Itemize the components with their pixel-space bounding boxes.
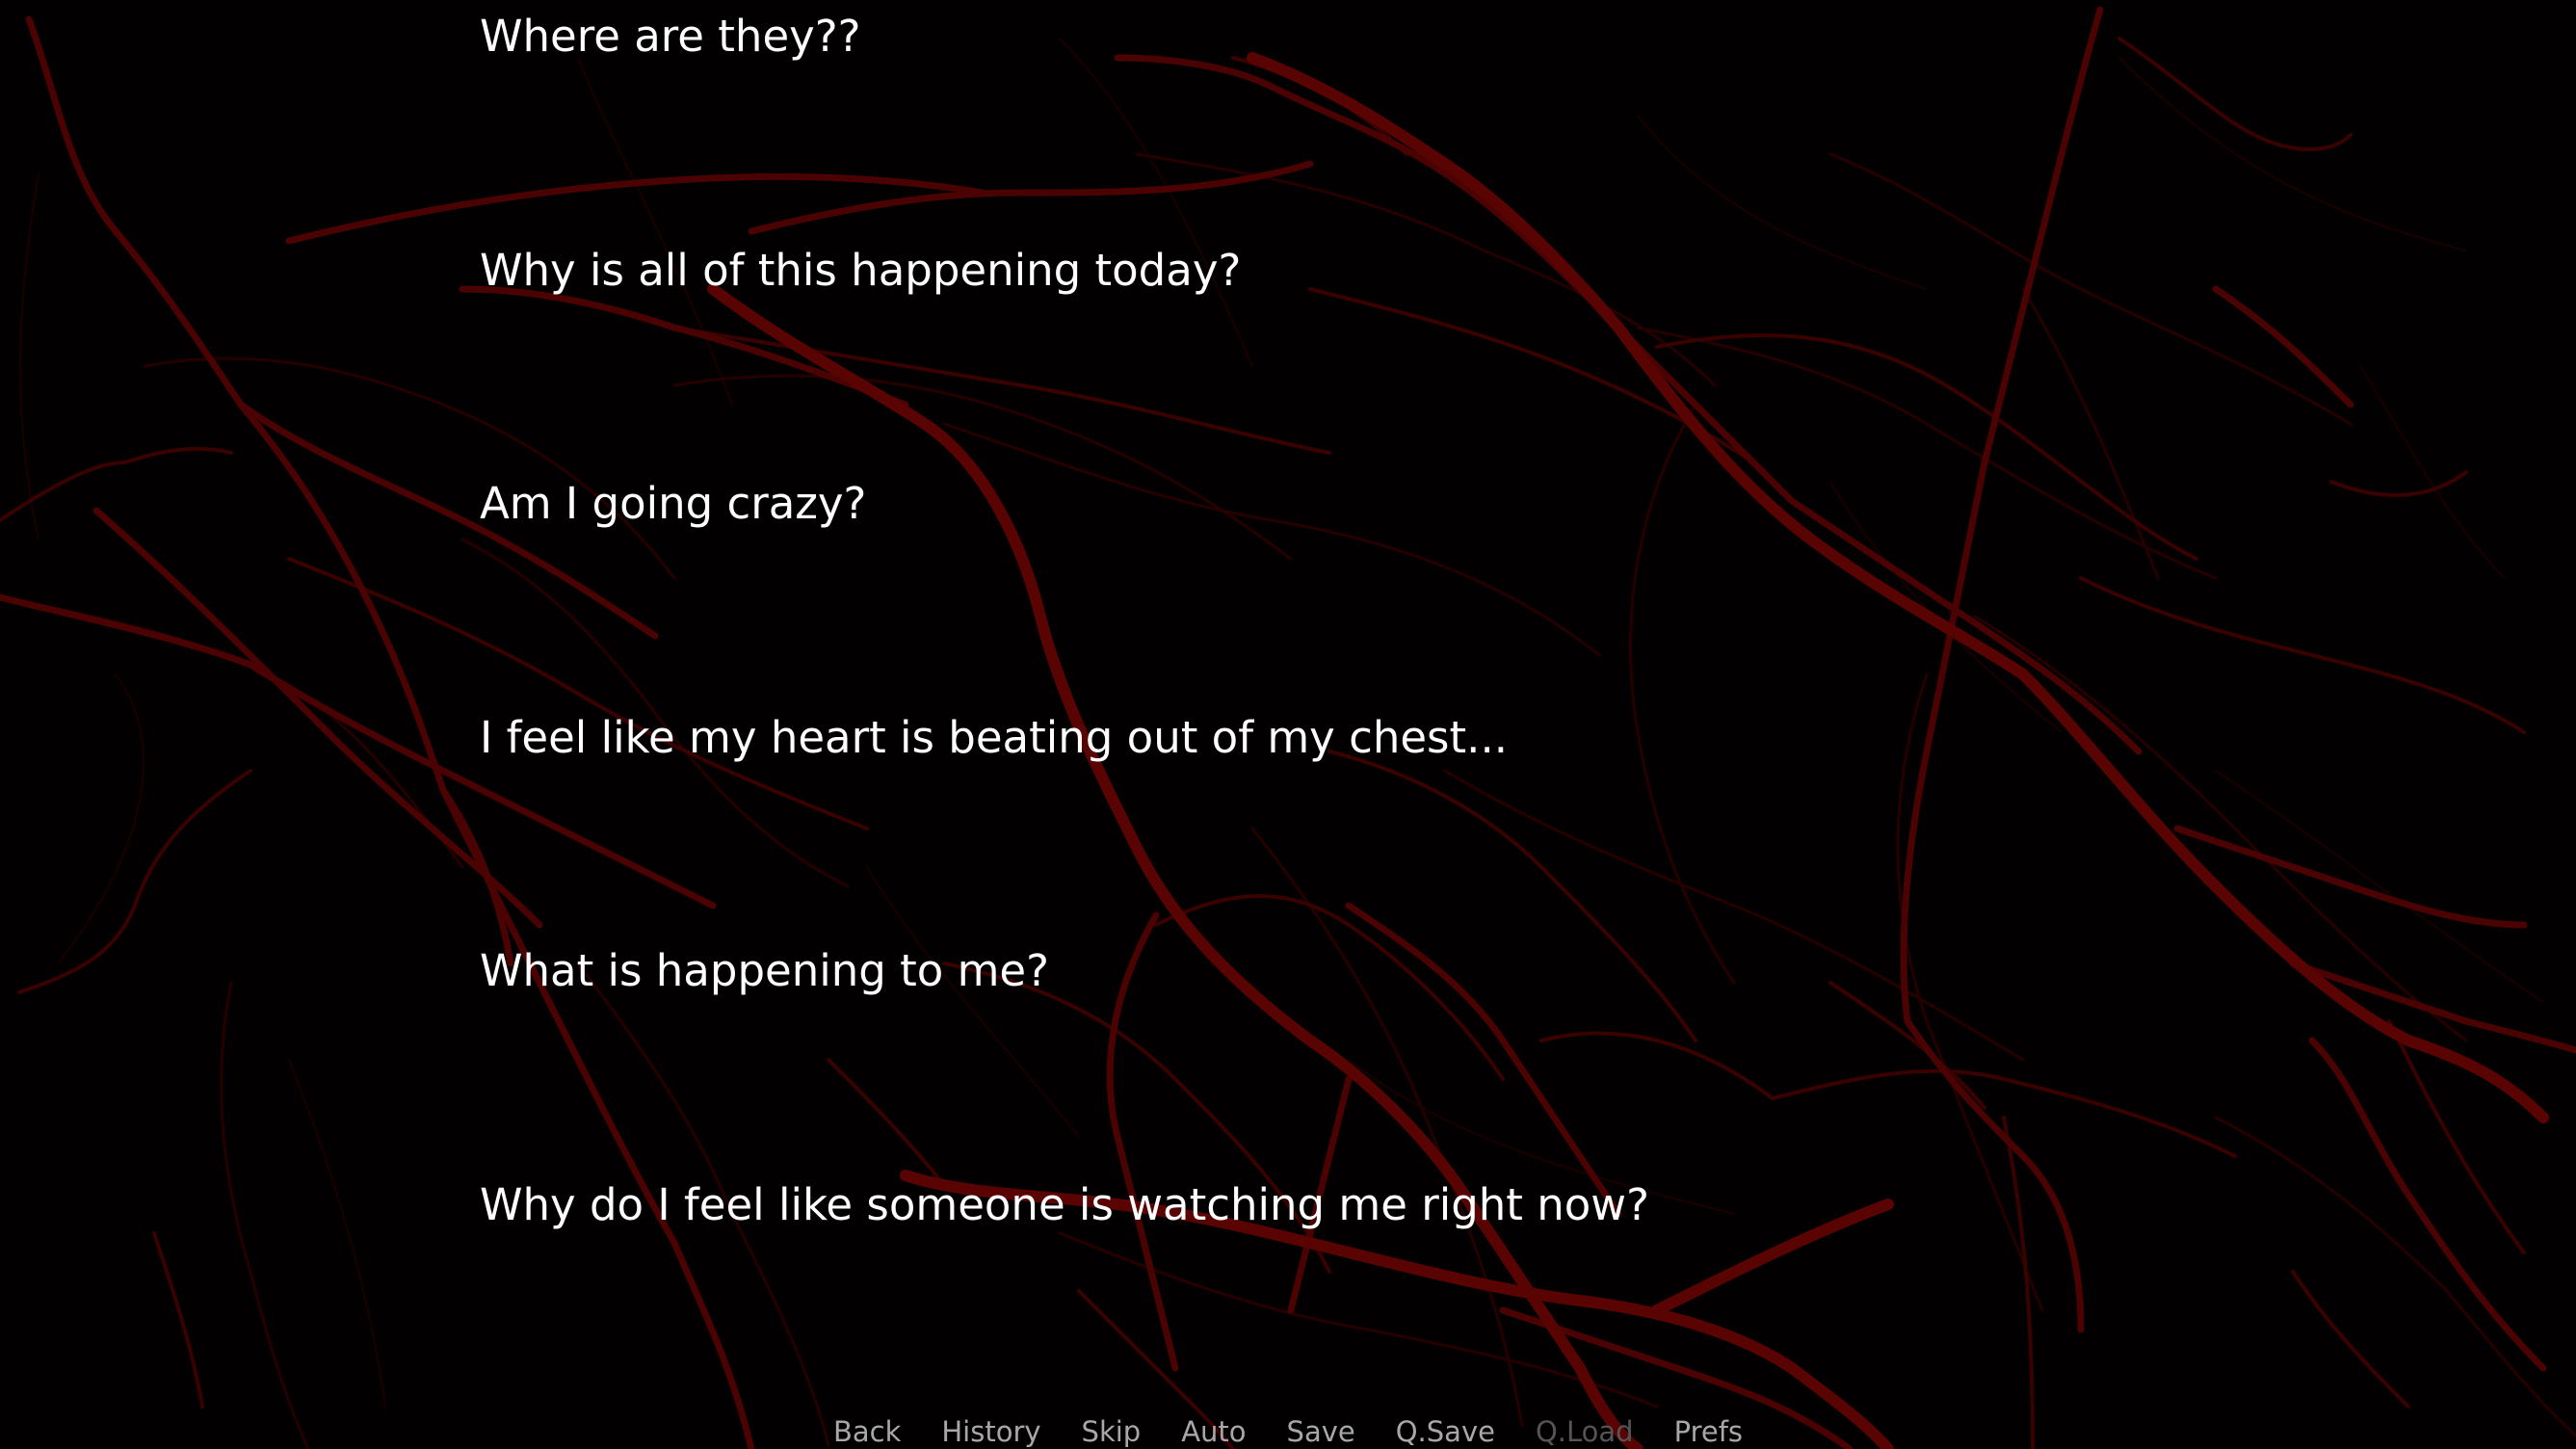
game-scene[interactable]: Where are they?? Why is all of this happ…: [0, 0, 2576, 1449]
dialogue-line: Where are they??: [480, 11, 861, 62]
nvl-dialogue-window[interactable]: Where are they?? Why is all of this happ…: [0, 0, 2576, 1349]
dialogue-line: Why do I feel like someone is watching m…: [480, 1179, 1649, 1230]
quick-menu: Back History Skip Auto Save Q.Save Q.Loa…: [0, 1414, 2576, 1449]
dialogue-line: Why is all of this happening today?: [480, 245, 1242, 296]
back-button[interactable]: Back: [813, 1414, 921, 1449]
save-button[interactable]: Save: [1267, 1414, 1376, 1449]
quick-load-button[interactable]: Q.Load: [1515, 1414, 1654, 1449]
skip-button[interactable]: Skip: [1062, 1414, 1162, 1449]
history-button[interactable]: History: [921, 1414, 1061, 1449]
preferences-button[interactable]: Prefs: [1654, 1414, 1763, 1449]
auto-button[interactable]: Auto: [1161, 1414, 1266, 1449]
dialogue-line: I feel like my heart is beating out of m…: [480, 712, 1509, 763]
dialogue-line: Am I going crazy?: [480, 478, 867, 529]
dialogue-line: What is happening to me?: [480, 945, 1049, 996]
quick-save-button[interactable]: Q.Save: [1376, 1414, 1515, 1449]
